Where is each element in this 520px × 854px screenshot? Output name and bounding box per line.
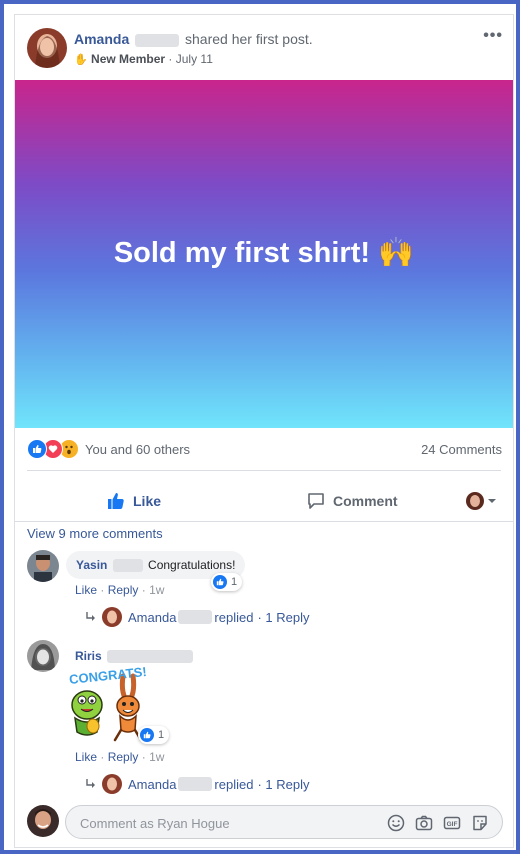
reply-summary[interactable]: Amanda replied · 1 Reply (85, 607, 309, 627)
commenter-name[interactable]: Yasin (76, 558, 107, 572)
divider (15, 521, 513, 522)
replier-avatar (102, 774, 122, 794)
camera-icon[interactable] (414, 813, 434, 833)
replier-name: Amanda (128, 609, 177, 625)
chevron-down-icon (488, 499, 496, 503)
comment-reply-link[interactable]: Reply (108, 750, 139, 764)
author-line: Amanda shared her first post. (74, 31, 313, 47)
view-more-comments[interactable]: View 9 more comments (27, 526, 163, 541)
redacted-surname (178, 777, 213, 791)
comment-bubble-icon (308, 493, 324, 509)
author-name[interactable]: Amanda (74, 31, 129, 47)
separator: · (100, 583, 105, 597)
comment-button-label: Comment (333, 493, 398, 509)
redacted-surname (135, 33, 180, 47)
like-reaction-icon (27, 439, 47, 459)
post-banner[interactable]: Sold my first shirt! 🙌 (15, 80, 513, 428)
replier-name: Amanda (128, 776, 177, 792)
post-card: Amanda shared her first post. ✋ New Memb… (14, 14, 514, 848)
reactions-summary[interactable]: You and 60 others (85, 442, 190, 457)
author-avatar[interactable] (27, 28, 67, 68)
current-user-avatar (466, 492, 484, 510)
reaction-audience-selector[interactable] (466, 481, 497, 521)
thumbs-up-icon (108, 493, 124, 509)
reply-label: replied (214, 609, 254, 625)
like-button-label: Like (133, 493, 162, 509)
badge-line: ✋ New Member · July 11 (74, 52, 213, 66)
wave-hand-icon: ✋ (74, 54, 88, 66)
gif-icon[interactable]: GIF (442, 813, 462, 833)
separator: · (141, 750, 146, 764)
post-date[interactable]: · July 11 (168, 52, 212, 66)
redacted-surname (112, 559, 143, 573)
reply-arrow-icon (86, 612, 95, 621)
author-action-text: shared her first post. (185, 31, 313, 47)
reaction-count-number: 1 (158, 729, 165, 741)
reply-arrow-icon (86, 779, 95, 788)
reply-count: · 1 Reply (257, 609, 310, 625)
more-options-icon[interactable]: ••• (483, 27, 503, 45)
comment-button[interactable]: Comment (307, 481, 398, 521)
commenter-avatar[interactable] (27, 550, 59, 582)
divider (27, 470, 501, 471)
redacted-surname (107, 650, 194, 664)
commenter-avatar[interactable] (27, 640, 59, 672)
reply-label: replied (214, 776, 254, 792)
comment-time[interactable]: 1w (149, 583, 164, 597)
comment-reply-link[interactable]: Reply (108, 583, 139, 597)
comment-meta: Like · Reply · 1w (75, 750, 164, 764)
svg-text:GIF: GIF (447, 821, 458, 828)
comment-meta: Like · Reply · 1w (75, 583, 164, 597)
reaction-stats: You and 60 others 24 Comments (15, 428, 513, 470)
comment-reaction-count[interactable]: 1 (138, 726, 170, 744)
comment-like-link[interactable]: Like (75, 750, 97, 764)
reply-summary[interactable]: Amanda replied · 1 Reply (85, 774, 309, 794)
reply-count: · 1 Reply (257, 776, 310, 792)
commenter-name[interactable]: Riris (75, 649, 102, 663)
comment-composer[interactable]: GIF (65, 805, 503, 840)
separator: · (100, 750, 105, 764)
comment-text: Congratulations! (148, 558, 236, 572)
emoji-icon[interactable] (386, 813, 406, 833)
reaction-count-number: 1 (231, 576, 238, 588)
post-header: Amanda shared her first post. ✋ New Memb… (15, 15, 513, 81)
comment-time[interactable]: 1w (149, 750, 164, 764)
separator: · (141, 583, 146, 597)
replier-avatar (102, 607, 122, 627)
like-reaction-icon (140, 728, 154, 742)
comment-input[interactable] (78, 806, 372, 840)
like-button[interactable]: Like (107, 481, 161, 521)
post-banner-text: Sold my first shirt! 🙌 (113, 237, 415, 269)
comments-count[interactable]: 24 Comments (421, 442, 502, 457)
like-reaction-icon (213, 575, 227, 589)
window-frame: Amanda shared her first post. ✋ New Memb… (0, 0, 520, 854)
sticker-icon[interactable] (470, 813, 490, 833)
composer-avatar[interactable] (27, 805, 59, 837)
redacted-surname (178, 610, 213, 624)
commenter-name-line: Riris (75, 649, 194, 664)
comment-reaction-count[interactable]: 1 (211, 573, 243, 591)
comment-like-link[interactable]: Like (75, 583, 97, 597)
new-member-badge[interactable]: New Member (91, 52, 165, 66)
